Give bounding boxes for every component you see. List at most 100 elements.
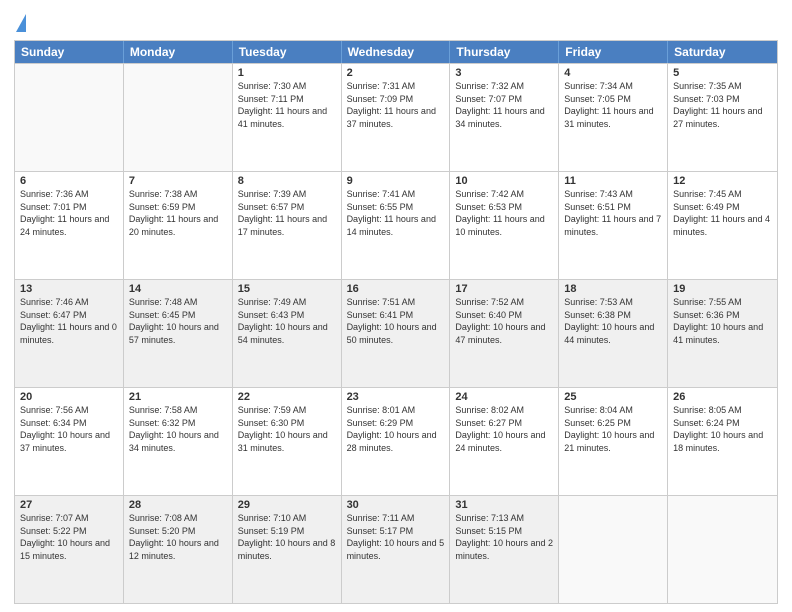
day-number: 28: [129, 499, 227, 511]
day-number: 13: [20, 283, 118, 295]
calendar-cell: 17Sunrise: 7:52 AMSunset: 6:40 PMDayligh…: [450, 280, 559, 387]
cell-info: Sunrise: 7:08 AMSunset: 5:20 PMDaylight:…: [129, 512, 227, 562]
cell-info: Sunrise: 7:53 AMSunset: 6:38 PMDaylight:…: [564, 296, 662, 346]
cell-info: Sunrise: 7:30 AMSunset: 7:11 PMDaylight:…: [238, 80, 336, 130]
cell-info: Sunrise: 7:34 AMSunset: 7:05 PMDaylight:…: [564, 80, 662, 130]
cell-info: Sunrise: 7:36 AMSunset: 7:01 PMDaylight:…: [20, 188, 118, 238]
cell-info: Sunrise: 7:49 AMSunset: 6:43 PMDaylight:…: [238, 296, 336, 346]
calendar-cell: 25Sunrise: 8:04 AMSunset: 6:25 PMDayligh…: [559, 388, 668, 495]
day-number: 31: [455, 499, 553, 511]
logo: [14, 14, 26, 34]
day-number: 30: [347, 499, 445, 511]
header-day-monday: Monday: [124, 41, 233, 63]
day-number: 20: [20, 391, 118, 403]
cell-info: Sunrise: 7:31 AMSunset: 7:09 PMDaylight:…: [347, 80, 445, 130]
day-number: 18: [564, 283, 662, 295]
day-number: 22: [238, 391, 336, 403]
day-number: 23: [347, 391, 445, 403]
calendar-cell: 11Sunrise: 7:43 AMSunset: 6:51 PMDayligh…: [559, 172, 668, 279]
cell-info: Sunrise: 7:43 AMSunset: 6:51 PMDaylight:…: [564, 188, 662, 238]
calendar-cell: 31Sunrise: 7:13 AMSunset: 5:15 PMDayligh…: [450, 496, 559, 603]
calendar-cell: [15, 64, 124, 171]
day-number: 7: [129, 175, 227, 187]
calendar: SundayMondayTuesdayWednesdayThursdayFrid…: [14, 40, 778, 604]
calendar-cell: 4Sunrise: 7:34 AMSunset: 7:05 PMDaylight…: [559, 64, 668, 171]
day-number: 24: [455, 391, 553, 403]
cell-info: Sunrise: 7:32 AMSunset: 7:07 PMDaylight:…: [455, 80, 553, 130]
cell-info: Sunrise: 8:04 AMSunset: 6:25 PMDaylight:…: [564, 404, 662, 454]
calendar-row: 13Sunrise: 7:46 AMSunset: 6:47 PMDayligh…: [15, 279, 777, 387]
cell-info: Sunrise: 7:45 AMSunset: 6:49 PMDaylight:…: [673, 188, 772, 238]
calendar-cell: [559, 496, 668, 603]
cell-info: Sunrise: 7:13 AMSunset: 5:15 PMDaylight:…: [455, 512, 553, 562]
calendar-cell: 3Sunrise: 7:32 AMSunset: 7:07 PMDaylight…: [450, 64, 559, 171]
calendar-cell: 24Sunrise: 8:02 AMSunset: 6:27 PMDayligh…: [450, 388, 559, 495]
cell-info: Sunrise: 7:42 AMSunset: 6:53 PMDaylight:…: [455, 188, 553, 238]
calendar-cell: 2Sunrise: 7:31 AMSunset: 7:09 PMDaylight…: [342, 64, 451, 171]
day-number: 17: [455, 283, 553, 295]
day-number: 25: [564, 391, 662, 403]
day-number: 8: [238, 175, 336, 187]
cell-info: Sunrise: 7:38 AMSunset: 6:59 PMDaylight:…: [129, 188, 227, 238]
day-number: 11: [564, 175, 662, 187]
calendar-cell: 12Sunrise: 7:45 AMSunset: 6:49 PMDayligh…: [668, 172, 777, 279]
calendar-cell: 23Sunrise: 8:01 AMSunset: 6:29 PMDayligh…: [342, 388, 451, 495]
header: [14, 10, 778, 34]
cell-info: Sunrise: 7:55 AMSunset: 6:36 PMDaylight:…: [673, 296, 772, 346]
header-day-tuesday: Tuesday: [233, 41, 342, 63]
cell-info: Sunrise: 7:58 AMSunset: 6:32 PMDaylight:…: [129, 404, 227, 454]
header-day-friday: Friday: [559, 41, 668, 63]
cell-info: Sunrise: 8:01 AMSunset: 6:29 PMDaylight:…: [347, 404, 445, 454]
day-number: 12: [673, 175, 772, 187]
calendar-cell: [668, 496, 777, 603]
calendar-cell: 13Sunrise: 7:46 AMSunset: 6:47 PMDayligh…: [15, 280, 124, 387]
day-number: 5: [673, 67, 772, 79]
calendar-cell: 26Sunrise: 8:05 AMSunset: 6:24 PMDayligh…: [668, 388, 777, 495]
calendar-cell: 1Sunrise: 7:30 AMSunset: 7:11 PMDaylight…: [233, 64, 342, 171]
cell-info: Sunrise: 7:56 AMSunset: 6:34 PMDaylight:…: [20, 404, 118, 454]
calendar-cell: 29Sunrise: 7:10 AMSunset: 5:19 PMDayligh…: [233, 496, 342, 603]
cell-info: Sunrise: 7:51 AMSunset: 6:41 PMDaylight:…: [347, 296, 445, 346]
cell-info: Sunrise: 7:59 AMSunset: 6:30 PMDaylight:…: [238, 404, 336, 454]
day-number: 10: [455, 175, 553, 187]
day-number: 2: [347, 67, 445, 79]
day-number: 9: [347, 175, 445, 187]
calendar-row: 1Sunrise: 7:30 AMSunset: 7:11 PMDaylight…: [15, 63, 777, 171]
calendar-cell: 19Sunrise: 7:55 AMSunset: 6:36 PMDayligh…: [668, 280, 777, 387]
day-number: 19: [673, 283, 772, 295]
logo-triangle-icon: [16, 14, 26, 32]
calendar-cell: 20Sunrise: 7:56 AMSunset: 6:34 PMDayligh…: [15, 388, 124, 495]
day-number: 6: [20, 175, 118, 187]
cell-info: Sunrise: 7:11 AMSunset: 5:17 PMDaylight:…: [347, 512, 445, 562]
cell-info: Sunrise: 7:39 AMSunset: 6:57 PMDaylight:…: [238, 188, 336, 238]
header-day-sunday: Sunday: [15, 41, 124, 63]
calendar-cell: 28Sunrise: 7:08 AMSunset: 5:20 PMDayligh…: [124, 496, 233, 603]
cell-info: Sunrise: 7:48 AMSunset: 6:45 PMDaylight:…: [129, 296, 227, 346]
cell-info: Sunrise: 8:05 AMSunset: 6:24 PMDaylight:…: [673, 404, 772, 454]
calendar-body: 1Sunrise: 7:30 AMSunset: 7:11 PMDaylight…: [15, 63, 777, 603]
day-number: 29: [238, 499, 336, 511]
cell-info: Sunrise: 7:10 AMSunset: 5:19 PMDaylight:…: [238, 512, 336, 562]
calendar-row: 20Sunrise: 7:56 AMSunset: 6:34 PMDayligh…: [15, 387, 777, 495]
calendar-cell: 21Sunrise: 7:58 AMSunset: 6:32 PMDayligh…: [124, 388, 233, 495]
header-day-wednesday: Wednesday: [342, 41, 451, 63]
calendar-cell: 9Sunrise: 7:41 AMSunset: 6:55 PMDaylight…: [342, 172, 451, 279]
calendar-cell: 8Sunrise: 7:39 AMSunset: 6:57 PMDaylight…: [233, 172, 342, 279]
calendar-cell: 15Sunrise: 7:49 AMSunset: 6:43 PMDayligh…: [233, 280, 342, 387]
cell-info: Sunrise: 7:35 AMSunset: 7:03 PMDaylight:…: [673, 80, 772, 130]
day-number: 27: [20, 499, 118, 511]
page: SundayMondayTuesdayWednesdayThursdayFrid…: [0, 0, 792, 612]
day-number: 26: [673, 391, 772, 403]
cell-info: Sunrise: 7:46 AMSunset: 6:47 PMDaylight:…: [20, 296, 118, 346]
calendar-cell: 16Sunrise: 7:51 AMSunset: 6:41 PMDayligh…: [342, 280, 451, 387]
cell-info: Sunrise: 7:52 AMSunset: 6:40 PMDaylight:…: [455, 296, 553, 346]
header-day-saturday: Saturday: [668, 41, 777, 63]
calendar-cell: 7Sunrise: 7:38 AMSunset: 6:59 PMDaylight…: [124, 172, 233, 279]
calendar-cell: 18Sunrise: 7:53 AMSunset: 6:38 PMDayligh…: [559, 280, 668, 387]
calendar-cell: 14Sunrise: 7:48 AMSunset: 6:45 PMDayligh…: [124, 280, 233, 387]
day-number: 4: [564, 67, 662, 79]
calendar-cell: 6Sunrise: 7:36 AMSunset: 7:01 PMDaylight…: [15, 172, 124, 279]
cell-info: Sunrise: 7:07 AMSunset: 5:22 PMDaylight:…: [20, 512, 118, 562]
cell-info: Sunrise: 7:41 AMSunset: 6:55 PMDaylight:…: [347, 188, 445, 238]
header-day-thursday: Thursday: [450, 41, 559, 63]
